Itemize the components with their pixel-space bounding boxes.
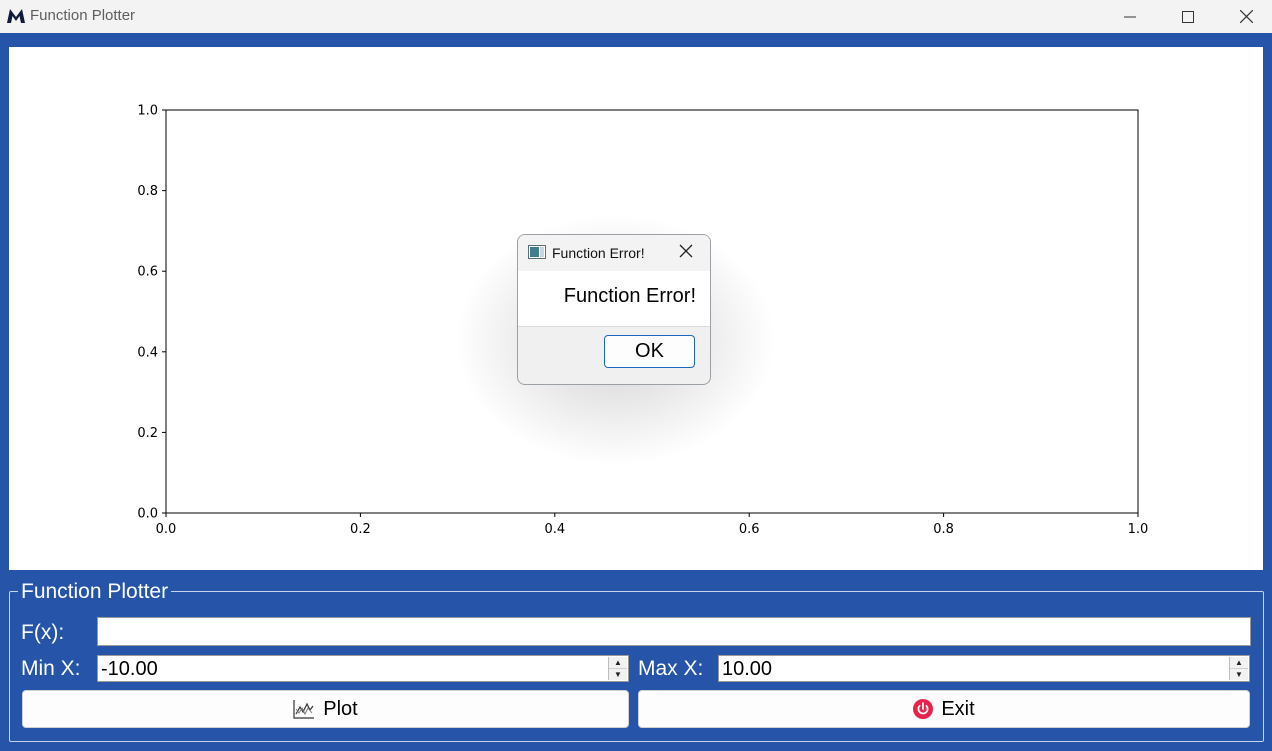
exit-button[interactable]: Exit	[638, 690, 1250, 728]
app-logo-icon	[6, 6, 26, 26]
close-button[interactable]	[1217, 0, 1272, 33]
max-x-spin-arrows: ▲ ▼	[1229, 657, 1248, 680]
group-title: Function Plotter	[18, 579, 172, 605]
x-tick-label: 0.2	[350, 522, 371, 537]
function-input[interactable]	[97, 617, 1251, 646]
min-x-spinbox[interactable]: -10.00 ▲ ▼	[97, 655, 629, 682]
minimize-button[interactable]	[1101, 0, 1159, 33]
exit-button-label: Exit	[941, 697, 975, 720]
fx-label: F(x):	[21, 621, 65, 644]
dialog-titlebar: Function Error!	[518, 235, 710, 271]
spin-up-icon[interactable]: ▲	[1230, 657, 1248, 669]
window-title: Function Plotter	[30, 7, 136, 24]
x-tick-label: 0.8	[933, 522, 954, 537]
maximize-button[interactable]	[1159, 0, 1217, 33]
y-tick-label: 0.6	[137, 265, 158, 280]
maximize-icon	[1182, 10, 1194, 23]
window-titlebar: Function Plotter	[0, 0, 1272, 33]
dialog-title: Function Error!	[552, 245, 645, 261]
x-tick-label: 0.6	[739, 522, 760, 537]
x-tick-label: 1.0	[1128, 522, 1149, 537]
power-icon	[913, 699, 934, 719]
spin-down-icon[interactable]: ▼	[1230, 669, 1248, 680]
spin-down-icon[interactable]: ▼	[609, 669, 627, 680]
min-x-label: Min X:	[21, 657, 81, 680]
x-tick-label: 0.4	[544, 522, 565, 537]
min-x-value[interactable]: -10.00	[101, 657, 158, 681]
minimize-icon	[1124, 16, 1136, 17]
dialog-close-button[interactable]	[678, 243, 694, 264]
x-tick-label: 0.0	[156, 522, 177, 537]
dialog-body: Function Error!	[518, 271, 710, 327]
min-x-spin-arrows: ▲ ▼	[608, 657, 627, 680]
window-app-icon	[528, 245, 546, 264]
y-tick-label: 0.4	[137, 345, 158, 360]
spin-up-icon[interactable]: ▲	[609, 657, 627, 669]
max-x-spinbox[interactable]: 10.00 ▲ ▼	[718, 655, 1250, 682]
y-tick-label: 1.0	[137, 104, 158, 119]
close-icon	[1239, 10, 1253, 23]
plot-button[interactable]: Plot	[22, 690, 629, 728]
max-x-label: Max X:	[638, 657, 704, 680]
ok-button[interactable]: OK	[604, 335, 695, 368]
y-tick-label: 0.8	[137, 184, 158, 199]
plot-button-label: Plot	[323, 697, 358, 720]
error-dialog: Function Error! Function Error! OK	[517, 234, 711, 385]
line-chart-icon	[293, 699, 315, 719]
y-tick-label: 0.2	[137, 426, 158, 441]
close-icon	[679, 244, 693, 258]
y-tick-label: 0.0	[137, 507, 158, 522]
dialog-message: Function Error!	[563, 285, 696, 307]
max-x-value[interactable]: 10.00	[722, 657, 772, 681]
